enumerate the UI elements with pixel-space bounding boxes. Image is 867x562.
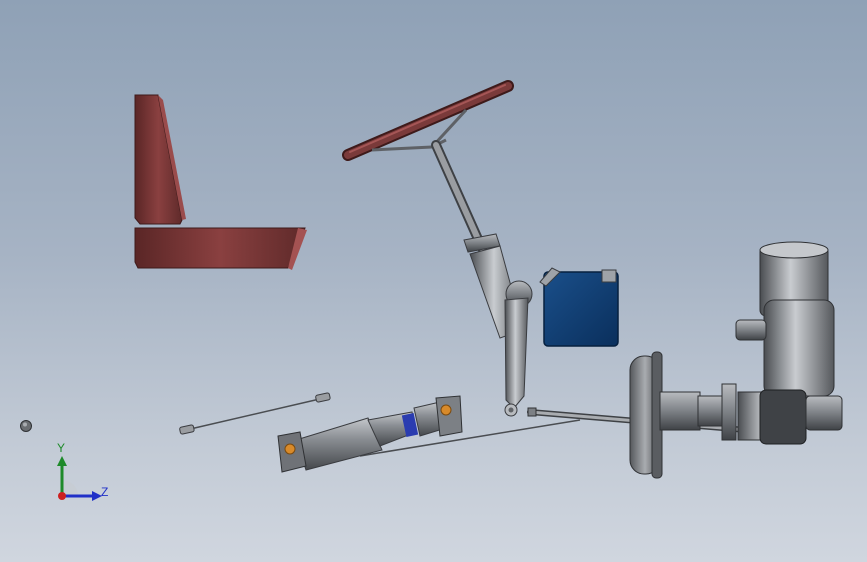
x-axis-dot [58, 492, 66, 500]
brake-drum[interactable] [629, 351, 737, 479]
steering-column[interactable] [431, 140, 533, 417]
y-axis-head [57, 456, 67, 466]
z-axis-label: Z [101, 485, 109, 499]
steering-wheel[interactable] [342, 80, 514, 161]
small-link-rod[interactable] [179, 392, 331, 435]
coordinate-triad [44, 436, 124, 516]
seat[interactable] [134, 94, 307, 270]
drive-shaft[interactable] [277, 395, 581, 473]
engine-housing[interactable] [735, 241, 843, 445]
graphics-viewport[interactable]: Y Z [0, 0, 867, 562]
isolated-pin[interactable] [20, 420, 32, 432]
y-axis-label: Y [57, 441, 66, 455]
steering-gear-box[interactable] [539, 267, 619, 347]
triad-graphic [57, 456, 102, 501]
model-scene[interactable] [0, 0, 867, 562]
